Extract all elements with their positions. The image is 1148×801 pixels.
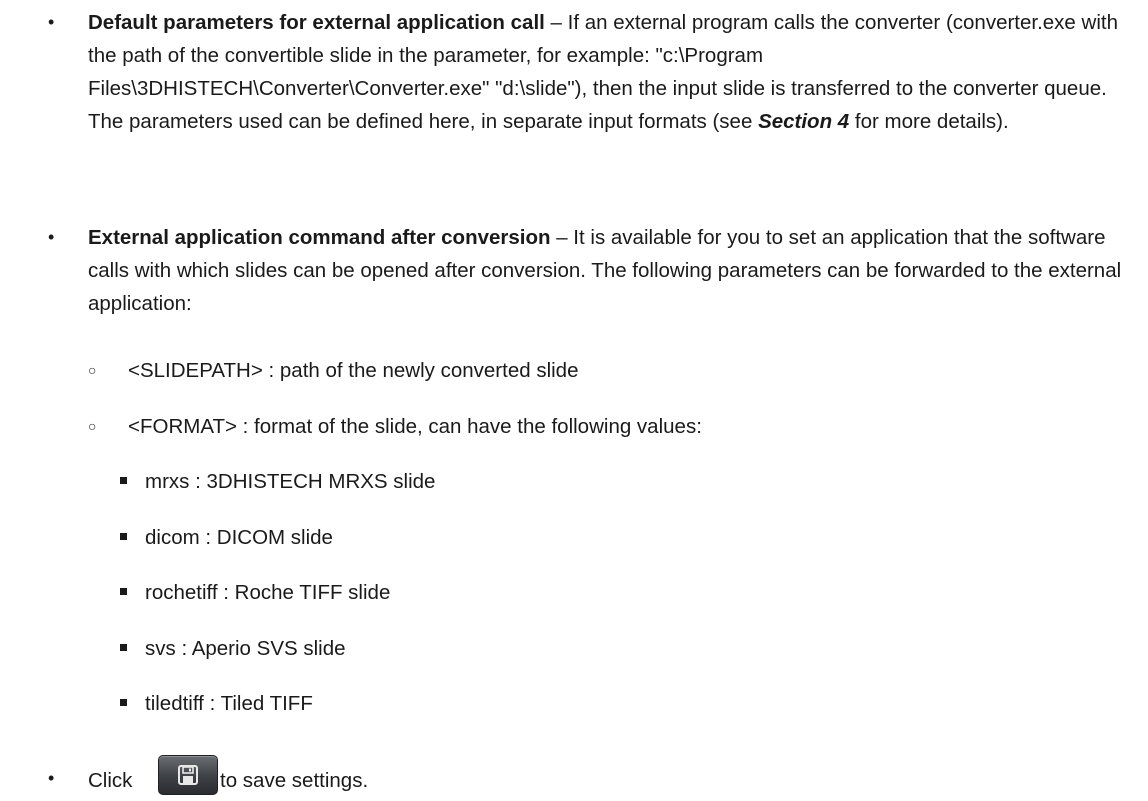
square-bullet [120,533,127,540]
square-bullet [120,699,127,706]
format-text: rochetiff : Roche TIFF slide [145,581,391,604]
save-hint-text: to save settings. [220,769,369,792]
paragraph: Default parameters for external applicat… [88,6,1146,138]
list-item-default-parameters: • Default parameters for external applic… [48,6,1146,138]
list-item-save: • Click to save settings. [48,752,648,801]
format-text: tiledtiff : Tiled TIFF [145,692,313,715]
save-button[interactable] [158,755,218,795]
format-text: mrxs : 3DHISTECH MRXS slide [145,470,436,493]
bullet: • [48,768,55,788]
circle-bullet: ○ [88,362,97,378]
list-item-external-command: • External application command after con… [48,221,1146,320]
param-text: <SLIDEPATH> : path of the newly converte… [128,359,579,382]
format-item: mrxs : 3DHISTECH MRXS slide [120,465,1120,498]
item-text-end: for more details). [849,110,1009,133]
format-item: tiledtiff : Tiled TIFF [120,687,1120,720]
param-item: ○ <SLIDEPATH> : path of the newly conver… [88,354,1138,387]
item-title: Default parameters for external applicat… [88,11,545,34]
floppy-disk-icon [178,765,198,785]
format-item: dicom : DICOM slide [120,521,1120,554]
paragraph: External application command after conve… [88,221,1146,320]
document-page: • Default parameters for external applic… [0,0,1148,801]
section-reference: Section 4 [758,110,850,133]
param-text: <FORMAT> : format of the slide, can have… [128,415,702,438]
param-item: ○ <FORMAT> : format of the slide, can ha… [88,410,1138,443]
square-bullet [120,588,127,595]
click-label: Click [88,769,133,792]
bullet: • [48,227,55,247]
square-bullet [120,477,127,484]
format-item: rochetiff : Roche TIFF slide [120,576,1120,609]
item-title: External application command after conve… [88,226,551,249]
square-bullet [120,644,127,651]
circle-bullet: ○ [88,418,97,434]
format-text: dicom : DICOM slide [145,526,333,549]
format-text: svs : Aperio SVS slide [145,637,346,660]
format-item: svs : Aperio SVS slide [120,632,1120,665]
bullet: • [48,12,55,32]
